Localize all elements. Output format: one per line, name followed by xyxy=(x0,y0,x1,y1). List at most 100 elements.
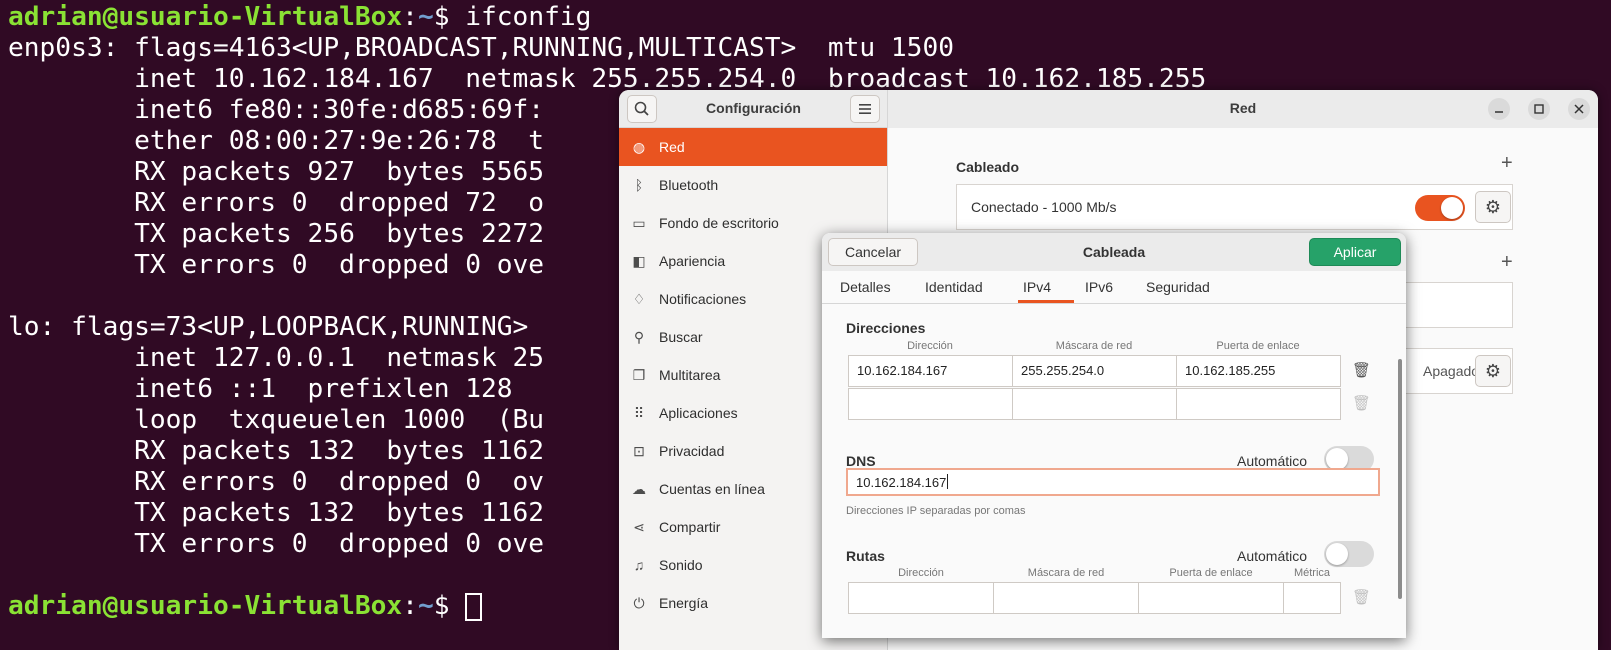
address-header: Dirección xyxy=(907,340,953,352)
sidebar-item-label: Privacidad xyxy=(659,443,725,459)
sidebar-item-label: Multitarea xyxy=(659,367,721,383)
close-icon xyxy=(1574,104,1584,114)
globe-icon: ◍ xyxy=(632,138,646,155)
terminal-prompt-line: adrian@usuario-VirtualBox:~$ xyxy=(8,591,483,621)
tab-ipv6[interactable]: IPv6 xyxy=(1085,279,1113,295)
gateway-field-empty[interactable] xyxy=(1176,388,1341,420)
tab-detalles[interactable]: Detalles xyxy=(840,279,891,295)
gateway-field[interactable]: 10.162.185.255 xyxy=(1176,355,1341,387)
bell-icon: ♢ xyxy=(632,290,646,307)
sidebar-item-label: Cuentas en línea xyxy=(659,481,765,497)
prompt-command: $ ifconfig xyxy=(433,2,592,32)
delete-empty-address-button[interactable]: 🗑 xyxy=(1352,394,1371,412)
prompt-path: ~ xyxy=(417,2,434,32)
sidebar-item-label: Energía xyxy=(659,595,709,611)
route-metric-field[interactable] xyxy=(1283,582,1341,614)
prompt-path: ~ xyxy=(417,591,434,621)
terminal-line: RX packets 132 bytes 1162 xyxy=(8,436,545,466)
hamburger-icon xyxy=(859,104,871,114)
gateway-header: Puerta de enlace xyxy=(1216,340,1300,352)
prompt-separator: : xyxy=(402,2,418,32)
dialog-header: Cancelar Cableada Aplicar xyxy=(822,233,1406,272)
route-netmask-header: Máscara de red xyxy=(1027,567,1105,579)
power-icon: ⏻ xyxy=(633,594,645,611)
add-vpn-button[interactable]: + xyxy=(1501,251,1513,274)
prompt-user: adrian@usuario-VirtualBox xyxy=(8,2,403,32)
address-field[interactable]: 10.162.184.167 xyxy=(848,355,1013,387)
dns-input[interactable]: 10.162.184.167 xyxy=(846,468,1380,496)
terminal-line: TX errors 0 dropped 0 ove xyxy=(8,529,545,559)
terminal-line: TX packets 256 bytes 2272 xyxy=(8,219,545,249)
minimize-button[interactable] xyxy=(1488,98,1510,120)
terminal-line: lo: flags=73<UP,LOOPBACK,RUNNING> xyxy=(8,312,529,342)
terminal-line: enp0s3: flags=4163<UP,BROADCAST,RUNNING,… xyxy=(8,33,954,63)
multitask-icon: ❐ xyxy=(632,366,646,383)
wired-dialog: Cancelar Cableada Aplicar Detalles Ident… xyxy=(822,233,1406,638)
tab-ipv4[interactable]: IPv4 xyxy=(1023,279,1051,295)
sidebar-item-label: Notificaciones xyxy=(659,291,747,307)
add-wired-button[interactable]: + xyxy=(1501,152,1513,175)
route-address-field[interactable] xyxy=(848,582,994,614)
sidebar-item-red[interactable]: ◍ Red xyxy=(619,128,887,166)
terminal-line: ether 08:00:27:9e:26:78 t xyxy=(8,126,545,156)
netmask-header: Máscara de red xyxy=(1055,340,1133,352)
dialog-tabs: Detalles Identidad IPv4 IPv6 Seguridad xyxy=(822,271,1406,304)
route-metric-header: Métrica xyxy=(1293,567,1331,579)
terminal-line: inet6 fe80::30fe:d685:69f: xyxy=(8,95,545,125)
sidebar-item-label: Apariencia xyxy=(659,253,726,269)
terminal-cursor xyxy=(465,593,483,621)
terminal-line: inet6 ::1 prefixlen 128 xyxy=(8,374,513,404)
wired-settings-button[interactable]: ⚙ xyxy=(1475,191,1511,223)
sidebar-item-label: Sonido xyxy=(659,557,703,573)
minimize-icon xyxy=(1495,111,1503,113)
apply-button[interactable]: Aplicar xyxy=(1309,238,1401,266)
dialog-scrollbar[interactable] xyxy=(1398,359,1402,599)
proxy-status-label: Apagado xyxy=(1423,363,1480,379)
trash-icon: 🗑 xyxy=(1352,589,1372,606)
sidebar-item-label: Compartir xyxy=(659,519,721,535)
dns-hint: Direcciones IP separadas por comas xyxy=(846,505,1026,517)
menu-button[interactable] xyxy=(850,95,880,123)
sidebar-item-label: Bluetooth xyxy=(659,177,719,193)
sidebar-item-label: Buscar xyxy=(659,329,703,345)
trash-icon: 🗑 xyxy=(1352,395,1372,412)
route-gateway-header: Puerta de enlace xyxy=(1169,567,1253,579)
ipv4-content[interactable]: Direcciones Dirección Máscara de red Pue… xyxy=(822,304,1406,638)
tab-identidad[interactable]: Identidad xyxy=(925,279,983,295)
netmask-field-empty[interactable] xyxy=(1012,388,1177,420)
delete-route-button[interactable]: 🗑 xyxy=(1352,588,1371,606)
appearance-icon: ◧ xyxy=(632,252,646,269)
addresses-title: Direcciones xyxy=(846,320,926,336)
route-gateway-field[interactable] xyxy=(1138,582,1284,614)
sidebar-item-label: Aplicaciones xyxy=(659,405,738,421)
delete-address-button[interactable]: 🗑 xyxy=(1352,361,1371,379)
prompt-user: adrian@usuario-VirtualBox xyxy=(8,591,403,621)
netmask-field[interactable]: 255.255.254.0 xyxy=(1012,355,1177,387)
sidebar-header: Configuración xyxy=(619,90,888,128)
proxy-settings-button[interactable]: ⚙ xyxy=(1475,355,1511,387)
lock-icon: ⊡ xyxy=(633,442,645,459)
address-field-empty[interactable] xyxy=(848,388,1013,420)
terminal-line: inet 127.0.0.1 netmask 25 xyxy=(8,343,545,373)
plus-icon: + xyxy=(1501,152,1513,174)
wired-connection-row: Conectado - 1000 Mb/s ⚙ xyxy=(956,184,1513,230)
wired-status-label: Conectado - 1000 Mb/s xyxy=(971,199,1117,215)
maximize-icon xyxy=(1534,104,1544,114)
maximize-button[interactable] xyxy=(1528,98,1550,120)
route-netmask-field[interactable] xyxy=(993,582,1139,614)
sidebar-item-bluetooth[interactable]: ᛒ Bluetooth xyxy=(619,166,887,204)
terminal-line: RX errors 0 dropped 72 o xyxy=(8,188,545,218)
trash-icon: 🗑 xyxy=(1352,362,1372,379)
active-tab-indicator xyxy=(1018,300,1074,303)
close-button[interactable] xyxy=(1568,98,1590,120)
terminal-line: loop txqueuelen 1000 (Bu xyxy=(8,405,545,435)
cloud-icon: ☁ xyxy=(632,480,646,497)
tab-seguridad[interactable]: Seguridad xyxy=(1146,279,1210,295)
terminal-prompt-line: adrian@usuario-VirtualBox:~$ ifconfig xyxy=(8,2,591,32)
sidebar-title: Configuración xyxy=(706,100,801,116)
routes-auto-toggle[interactable] xyxy=(1324,541,1374,567)
bluetooth-icon: ᛒ xyxy=(634,177,644,193)
wired-toggle[interactable] xyxy=(1415,195,1465,221)
grid-icon: ⠿ xyxy=(633,404,645,421)
share-icon: ⋖ xyxy=(633,518,645,535)
